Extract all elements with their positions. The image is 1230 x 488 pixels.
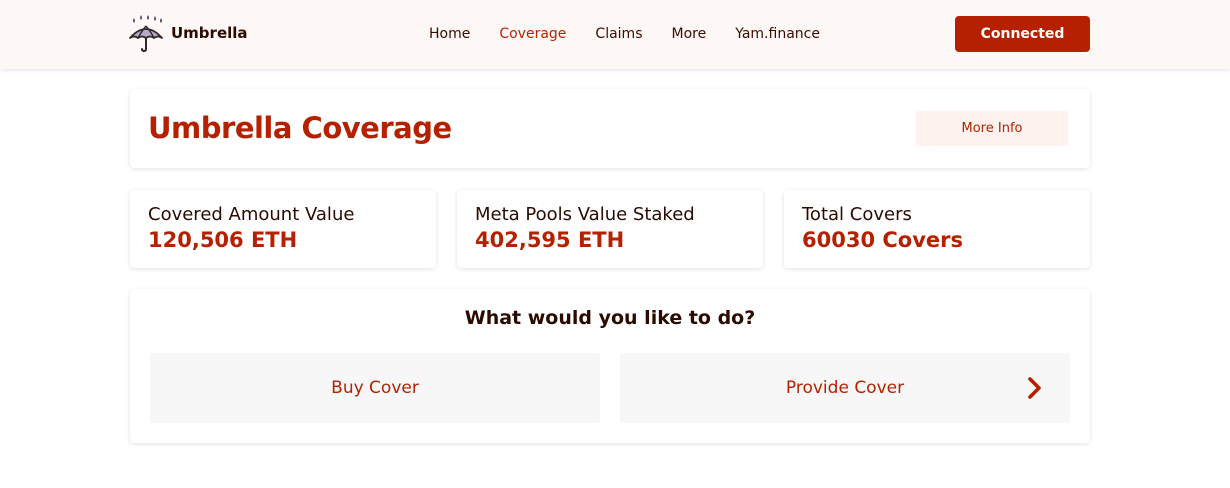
provide-cover-label: Provide Cover [785, 378, 905, 398]
action-card: What would you like to do? Buy Cover Pro… [130, 289, 1090, 443]
nav-item-more[interactable]: More [672, 26, 707, 44]
buy-cover-label: Buy Cover [331, 378, 419, 398]
chevron-right-icon [1028, 377, 1041, 399]
buy-cover-button[interactable]: Buy Cover [150, 353, 600, 423]
umbrella-rain-icon [129, 15, 163, 52]
top-navbar: Umbrella Home Coverage Claims More Yam.f… [0, 0, 1230, 69]
nav-item-claims[interactable]: Claims [595, 26, 642, 44]
stat-value: 60030 Covers [802, 228, 963, 252]
nav-item-home[interactable]: Home [429, 26, 470, 44]
logo-text: Umbrella [171, 24, 248, 42]
connected-wallet-button[interactable]: Connected [955, 16, 1090, 52]
logo[interactable]: Umbrella [128, 14, 248, 52]
stat-card-covered-amount: Covered Amount Value 120,506 ETH [130, 190, 436, 268]
stat-label: Meta Pools Value Staked [475, 204, 695, 225]
provide-cover-button[interactable]: Provide Cover [620, 353, 1070, 423]
stat-value: 120,506 ETH [148, 228, 298, 252]
stat-card-meta-pools: Meta Pools Value Staked 402,595 ETH [457, 190, 763, 268]
title-card: Umbrella Coverage More Info [130, 89, 1090, 168]
more-info-button[interactable]: More Info [916, 111, 1068, 146]
stat-card-total-covers: Total Covers 60030 Covers [784, 190, 1090, 268]
stat-value: 402,595 ETH [475, 228, 625, 252]
nav-item-yam-finance[interactable]: Yam.finance [735, 26, 820, 44]
main-nav: Home Coverage Claims More Yam.finance [429, 26, 849, 44]
page-title: Umbrella Coverage [148, 111, 452, 145]
stat-label: Total Covers [802, 204, 912, 225]
stat-label: Covered Amount Value [148, 204, 355, 225]
action-question: What would you like to do? [464, 307, 756, 329]
nav-item-coverage[interactable]: Coverage [499, 26, 566, 44]
